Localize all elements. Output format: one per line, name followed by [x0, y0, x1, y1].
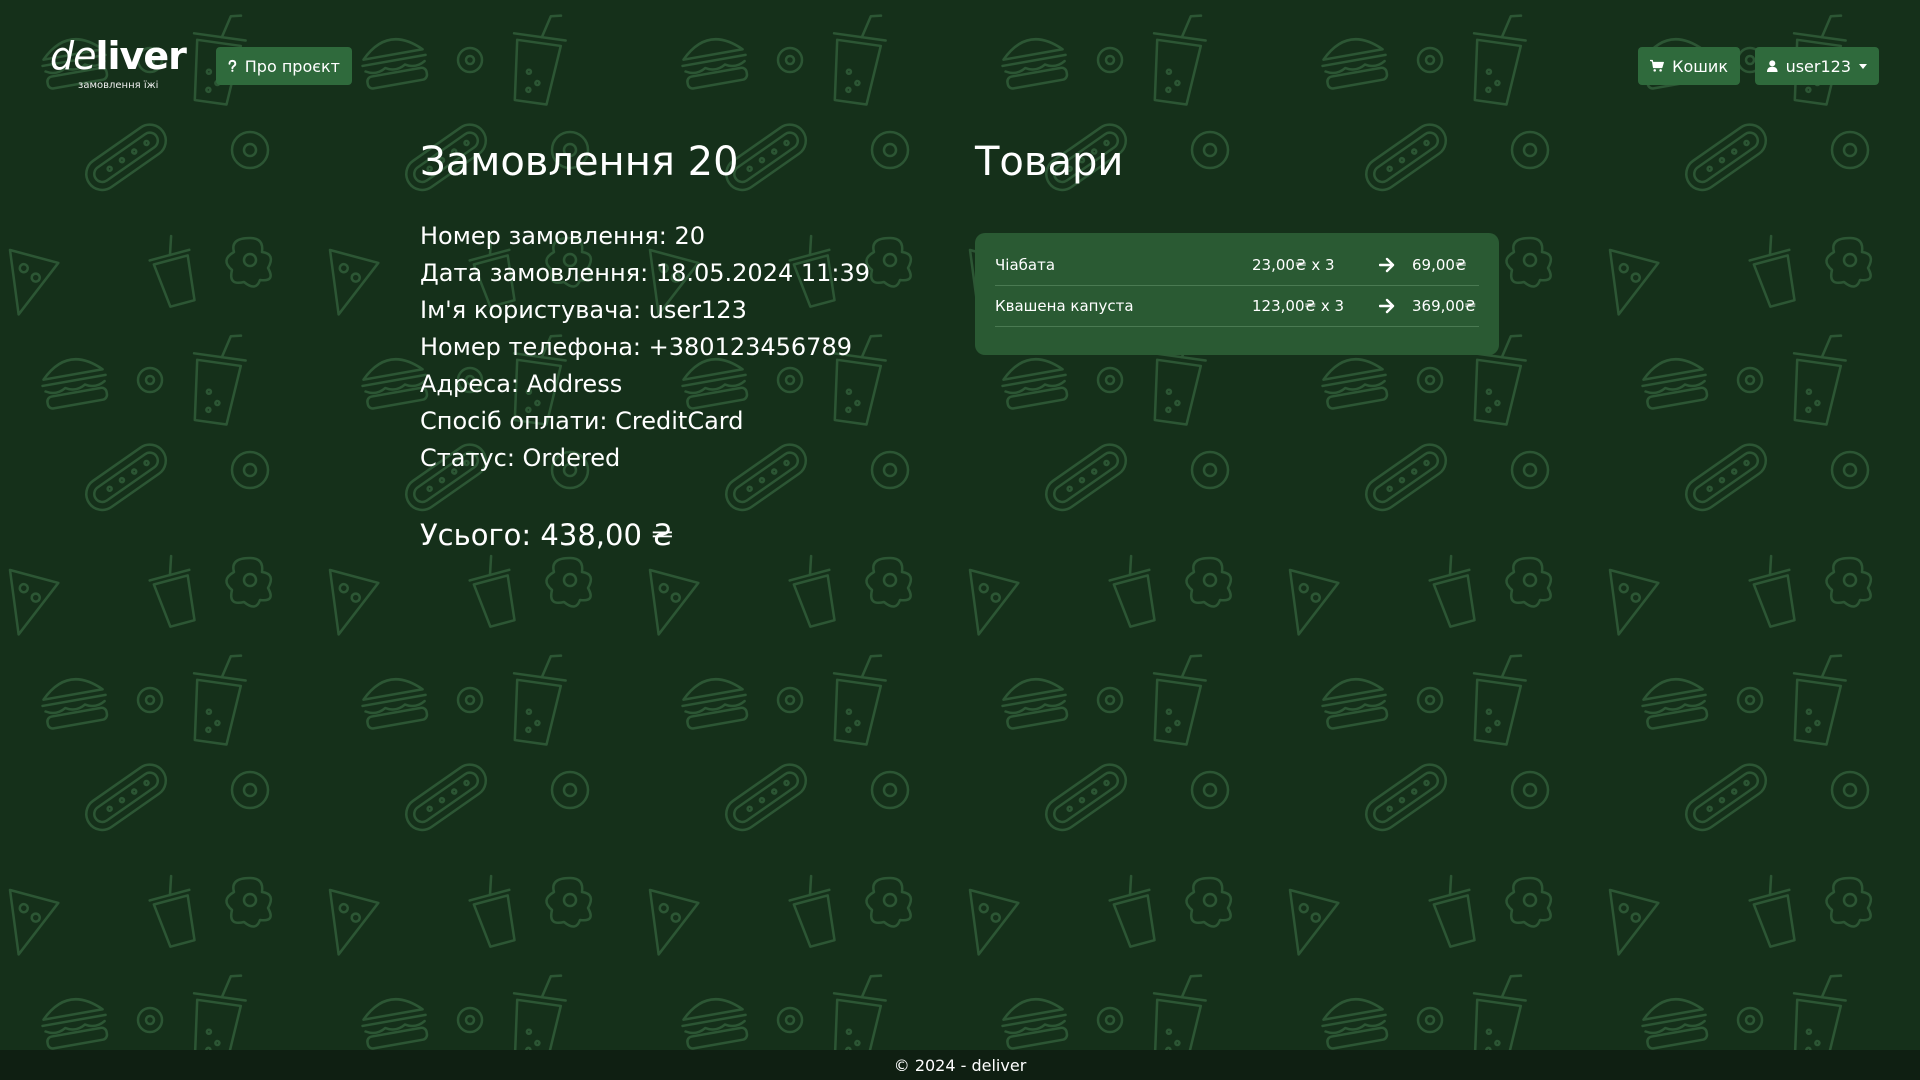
- order-number: Номер замовлення: 20: [420, 222, 706, 250]
- order-status: Статус: Ordered: [420, 444, 621, 472]
- logo-suffix: liver: [95, 34, 187, 78]
- user-menu-dropdown[interactable]: user123: [1755, 47, 1879, 85]
- chevron-down-icon: [1859, 63, 1867, 69]
- order-date: Дата замовлення: 18.05.2024 11:39: [420, 259, 871, 287]
- logo-tagline: замовлення їжі: [78, 80, 159, 91]
- page-footer: © 2024 - deliver: [0, 1050, 1920, 1080]
- cart-label: Кошик: [1672, 56, 1728, 76]
- arrow-right-icon: [1379, 257, 1395, 273]
- footer-copyright: © 2024 - deliver: [893, 1055, 1027, 1075]
- top-navbar: deliver замовлення їжі Про проєкт Кошик …: [0, 0, 1920, 120]
- question-icon: [228, 59, 237, 72]
- food-pattern-background: [0, 0, 1920, 1050]
- order-title: Замовлення 20: [420, 139, 739, 185]
- item-row: Квашена капуста 123,00₴ x 3 369,00₴: [995, 286, 1479, 327]
- cart-button[interactable]: Кошик: [1638, 47, 1740, 85]
- logo[interactable]: deliver замовлення їжі: [50, 34, 190, 94]
- item-name: Чіабата: [995, 256, 1056, 274]
- order-details: Замовлення 20 Номер замовлення: 20 Дата …: [420, 134, 940, 555]
- about-project-label: Про проєкт: [244, 56, 340, 76]
- logo-wordmark: deliver: [50, 34, 190, 78]
- item-price: 23,00₴ x 3: [1252, 256, 1335, 274]
- about-project-button[interactable]: Про проєкт: [216, 47, 352, 85]
- order-phone: Номер телефона: +380123456789: [420, 333, 852, 361]
- item-total: 369,00₴: [1412, 297, 1477, 315]
- arrow-right-icon: [1379, 298, 1395, 314]
- items-card: Чіабата 23,00₴ x 3 69,00₴ Квашена капуст…: [975, 233, 1499, 355]
- item-name: Квашена капуста: [995, 297, 1134, 315]
- order-total: Усього: 438,00 ₴: [420, 518, 674, 552]
- order-username: Ім'я користувача: user123: [420, 296, 747, 324]
- logo-prefix: de: [50, 34, 96, 78]
- user-icon: [1767, 60, 1778, 73]
- item-price: 123,00₴ x 3: [1252, 297, 1345, 315]
- cart-icon: [1650, 59, 1664, 72]
- order-payment-method: Спосіб оплати: CreditCard: [420, 407, 744, 435]
- user-menu-label: user123: [1785, 56, 1851, 76]
- item-row: Чіабата 23,00₴ x 3 69,00₴: [995, 245, 1479, 286]
- order-items: Товари Чіабата 23,00₴ x 3 69,00₴ Квашена…: [975, 134, 1505, 355]
- items-title: Товари: [975, 139, 1124, 185]
- order-address: Адреса: Address: [420, 370, 623, 398]
- item-total: 69,00₴: [1412, 256, 1467, 274]
